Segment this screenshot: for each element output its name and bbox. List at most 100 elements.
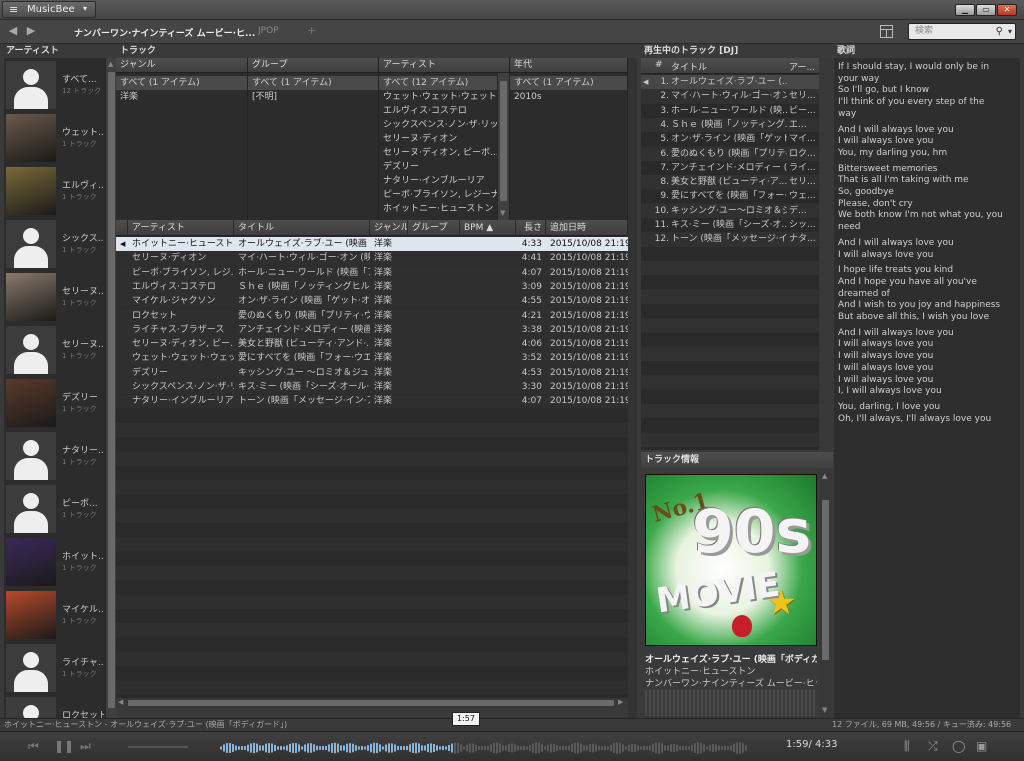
now-playing-row[interactable]: 10. キッシング·ユー～ロミオ＆ジ... デ... <box>641 203 819 218</box>
now-playing-row[interactable]: 11. キス·ミー (映画「シーズ·オ... シッ... <box>641 218 819 232</box>
scroll-up-icon[interactable]: ▲ <box>822 472 827 480</box>
filter-row[interactable]: [不明] <box>248 90 378 104</box>
scroll-up-icon[interactable]: ▲ <box>108 60 113 68</box>
column-header-date-added[interactable]: 追加日時 <box>546 220 628 236</box>
now-playing-row[interactable]: 5. オン·ザ·ライン (映画「ゲット... マイ... <box>641 132 819 146</box>
filter-row[interactable]: ピーボ·ブライソン, レジーナ... <box>379 188 497 202</box>
artist-list-item[interactable]: シックス... 1 トラック <box>4 217 104 270</box>
track-info-scrollbar[interactable]: ▲ ▼ <box>820 470 832 718</box>
filter-row[interactable]: すべて (1 アイテム) <box>510 76 627 90</box>
column-header-artist[interactable]: アーティスト <box>128 220 234 236</box>
now-playing-row[interactable]: 9. 愛にすべてを (映画「フォー·... ウェ... <box>641 189 819 203</box>
layout-grid-icon[interactable] <box>880 25 893 38</box>
column-header-bpm[interactable]: BPM ▲ <box>460 220 516 236</box>
now-playing-row[interactable]: 4. Ｓｈｅ (映画「ノッティング... エ... <box>641 117 819 133</box>
column-header-indicator[interactable] <box>116 220 128 236</box>
volume-slider[interactable] <box>128 746 188 748</box>
column-header-number[interactable]: # <box>655 60 663 70</box>
artist-list-item[interactable]: エルヴィ... 1 トラック <box>4 164 104 217</box>
column-header-artist[interactable]: アー... <box>789 60 815 73</box>
table-row[interactable]: ウェット·ウェット·ウェット愛にすべてを (映画「フォー·ウエ... 洋楽 3:52… <box>116 351 628 366</box>
table-row[interactable]: セリーヌ·ディオン マイ·ハート·ウィル·ゴー·オン (映... 洋楽 4:41 201… <box>116 251 628 265</box>
artist-list-item[interactable]: デズリー 1 トラック <box>4 376 104 429</box>
artist-list-item[interactable]: ウェット... 1 トラック <box>4 111 104 164</box>
scroll-thumb[interactable] <box>822 500 829 660</box>
now-playing-scrollbar[interactable] <box>819 58 833 450</box>
artist-list-item[interactable]: ホイット... 1 トラック <box>4 535 104 588</box>
group-filter-header[interactable]: グループ <box>248 58 378 73</box>
pause-icon[interactable]: ❚❚ <box>54 739 74 753</box>
scroll-down-icon[interactable]: ▼ <box>822 706 827 714</box>
filter-row[interactable]: エルヴィス·コステロ <box>379 104 497 118</box>
filter-row[interactable]: すべて (1 アイテム) <box>248 76 378 90</box>
filter-row[interactable]: セリーヌ·ディオン <box>379 132 497 146</box>
search-input[interactable]: 検索 ⚲ ▾ <box>908 23 1016 40</box>
close-button[interactable]: ✕ <box>997 4 1017 16</box>
now-playing-row[interactable]: 3. ホール·ニュー·ワールド (映... ピー... <box>641 104 819 118</box>
scrobble-icon[interactable]: ▣ <box>976 739 987 753</box>
filter-row[interactable]: 2010s <box>510 90 627 104</box>
equalizer-icon[interactable]: ⫼ <box>904 739 910 754</box>
table-row[interactable]: デズリー キッシング·ユー ～ロミオ＆ジュリエ... 洋楽 4:53 2015/10/0… <box>116 366 628 380</box>
add-tab-button[interactable]: + <box>307 24 316 37</box>
minimize-button[interactable]: ▁ <box>955 4 975 16</box>
app-menu-button[interactable]: ≡ MusicBee ▾ <box>2 1 96 18</box>
filter-row[interactable]: デズリー <box>379 160 497 174</box>
tab-active-playlist[interactable]: ナンバーワン·ナインティーズ ムービー·ヒ... <box>74 26 255 39</box>
scroll-thumb[interactable] <box>500 81 507 201</box>
artist-list-item[interactable]: ナタリー... 1 トラック <box>4 429 104 482</box>
track-table-hscrollbar[interactable]: ◀ ▶ <box>116 698 628 708</box>
column-header-length[interactable]: 長さ <box>516 220 546 236</box>
table-row[interactable]: ライチャス·ブラザース アンチェインド·メロディー (映画「... 洋楽 3:38 20… <box>116 322 628 338</box>
table-row[interactable]: ◀ ホイットニー·ヒューストン オールウェイズ·ラブ·ユー (映画「... 洋楽 4:3… <box>116 237 628 252</box>
genre-filter-header[interactable]: ジャンル <box>116 58 247 73</box>
table-row[interactable]: ピーボ·ブライソン, レジ... ホール·ニュー·ワールド (映画「ア... 洋楽 4… <box>116 265 628 280</box>
filter-row[interactable]: 洋楽 <box>116 90 247 104</box>
filter-row[interactable]: ナタリー·インブルーリア <box>379 174 497 188</box>
filter-row[interactable]: ウェット·ウェット·ウェット <box>379 90 497 104</box>
tab-jpop[interactable]: JPOP <box>258 26 279 36</box>
artist-filter-scrollbar[interactable]: ▼ <box>497 73 509 220</box>
now-playing-row[interactable]: 6.愛のぬくもり (映画「プリティ...ロク... <box>641 146 819 161</box>
table-row[interactable]: エルヴィス·コステロ Ｓｈｅ (映画「ノッティングヒルの... 洋楽 3:09 2015… <box>116 280 628 294</box>
forward-arrow-icon[interactable]: ▶ <box>24 24 38 38</box>
artist-list-item[interactable]: ピーボ... 1 トラック <box>4 482 104 535</box>
scroll-thumb[interactable] <box>128 700 614 706</box>
search-icon[interactable]: ⚲ <box>996 24 1003 39</box>
table-row[interactable]: セリーヌ·ディオン, ピー... 美女と野獣 (ビューティ·アンド·... 洋楽 4:… <box>116 337 628 351</box>
artist-list-item[interactable]: セリーヌ... 1 トラック <box>4 270 104 323</box>
artist-list-item[interactable]: マイケル... 1 トラック <box>4 588 104 641</box>
column-header-title[interactable]: タイトル <box>234 220 370 236</box>
table-row[interactable]: マイケル·ジャクソン オン·ザ·ライン (映画「ゲット·オン... 洋楽 4:55 20… <box>116 294 628 309</box>
artist-list-item[interactable]: セリーヌ... 1 トラック <box>4 323 104 376</box>
filter-row[interactable]: すべて (12 アイテム) <box>379 76 497 90</box>
artist-list-item[interactable]: すべて... 12 トラック <box>4 58 104 111</box>
shuffle-icon[interactable]: ⤮ <box>928 739 938 754</box>
table-row[interactable]: シックスペンス·ノン·ザ·リ... キス·ミー (映画「シーズ·オール·... 洋楽… <box>116 380 628 395</box>
previous-icon[interactable]: ⏮ <box>28 739 39 754</box>
filter-row[interactable]: すべて (1 アイテム) <box>116 76 247 90</box>
panel-divider[interactable] <box>628 58 637 718</box>
column-header-group[interactable]: グループ <box>408 220 460 236</box>
scroll-thumb[interactable] <box>108 72 115 708</box>
maximize-button[interactable]: ▭ <box>976 4 996 16</box>
table-row[interactable]: ナタリー·インブルーリア トーン (映画「メッセージ·イン·ア... 洋楽 4:07 2… <box>116 394 628 408</box>
column-header-title[interactable]: タイトル <box>671 60 707 73</box>
now-playing-row[interactable]: 2. マイ·ハート·ウィル·ゴー·オン... セリ... <box>641 89 819 104</box>
seek-waveform[interactable] <box>220 740 750 756</box>
next-icon[interactable]: ⏭ <box>80 739 91 754</box>
back-arrow-icon[interactable]: ◀ <box>6 24 20 38</box>
now-playing-row[interactable]: 12. トーン (映画「メッセージ·イ... ナタ... <box>641 232 819 247</box>
filter-row[interactable]: ホイットニー·ヒューストン <box>379 202 497 216</box>
now-playing-row[interactable]: ◀ 1. オールウェイズ·ラブ·ユー (... <box>641 75 819 90</box>
scroll-right-icon[interactable]: ▶ <box>618 698 623 706</box>
artist-filter-header[interactable]: アーティスト <box>379 58 509 73</box>
now-playing-row[interactable]: 7. アンチェインド·メロディー (... ライ... <box>641 161 819 175</box>
chevron-down-icon[interactable]: ▾ <box>1008 24 1012 39</box>
artist-list-item[interactable]: ライチャ... 1 トラック <box>4 641 104 694</box>
scroll-left-icon[interactable]: ◀ <box>118 698 123 706</box>
year-filter-header[interactable]: 年代 <box>510 58 627 73</box>
now-playing-row[interactable]: 8. 美女と野獣 (ビューティ·ア... セリ... <box>641 175 819 190</box>
filter-row[interactable]: シックスペンス·ノン·ザ·リッチ... <box>379 118 497 132</box>
table-row[interactable]: ロクセット 愛のぬくもり (映画「プリティ·ウー... 洋楽 4:21 2015/10/… <box>116 309 628 323</box>
